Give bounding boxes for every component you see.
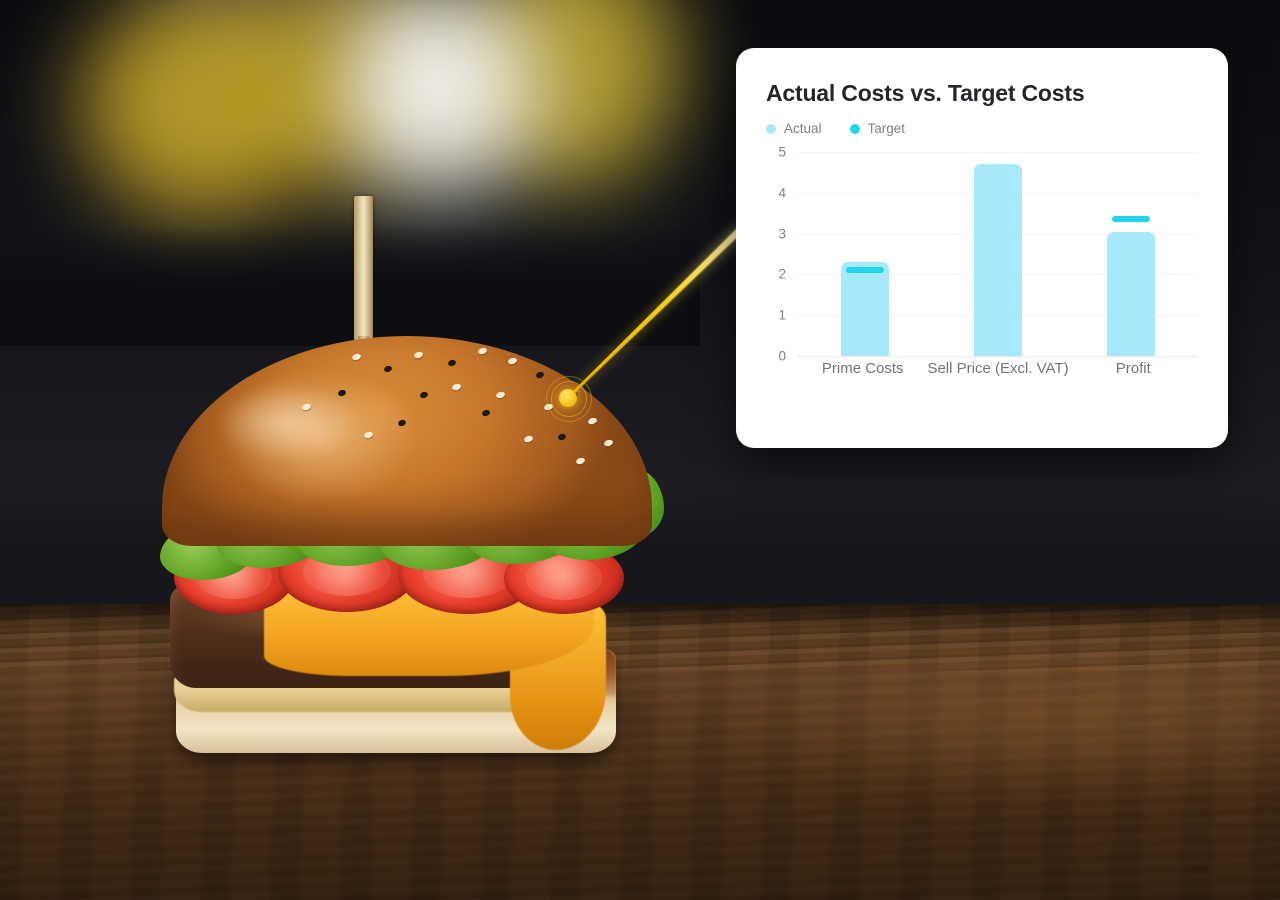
- cheeseburger: [152, 196, 664, 753]
- chart-bars: [798, 152, 1198, 356]
- y-tick-label: 4: [778, 185, 786, 201]
- hotspot-dot: [559, 389, 577, 407]
- wooden-skewer: [354, 196, 373, 346]
- x-axis: Prime Costs Sell Price (Excl. VAT) Profi…: [798, 360, 1198, 377]
- bar-actual-sell-price[interactable]: [973, 164, 1022, 356]
- target-marker-profit: [1112, 216, 1151, 223]
- legend-label-actual: Actual: [784, 121, 822, 136]
- gridline-zero: [798, 356, 1198, 357]
- chart-card: Actual Costs vs. Target Costs Actual Tar…: [736, 48, 1228, 448]
- chart-plot-area: 5 4 3 2 1 0 Prime Costs Sell Price (Excl…: [768, 145, 1198, 412]
- chart-hotspot-marker[interactable]: [544, 374, 592, 422]
- legend-swatch-target: [849, 123, 860, 134]
- chart-card-body: Actual Costs vs. Target Costs Actual Tar…: [736, 48, 1228, 448]
- legend-label-target: Target: [867, 121, 906, 136]
- legend-item-target[interactable]: Target: [849, 121, 906, 136]
- bar-group-sell-price[interactable]: [931, 152, 1064, 356]
- screenshot-stage: Actual Costs vs. Target Costs Actual Tar…: [0, 0, 1280, 900]
- y-tick-label: 1: [778, 307, 786, 323]
- bar-actual-profit[interactable]: [1107, 216, 1156, 356]
- legend-item-actual[interactable]: Actual: [766, 121, 822, 136]
- x-tick-label-prime-costs: Prime Costs: [821, 360, 904, 377]
- x-tick-label-sell-price: Sell Price (Excl. VAT): [927, 360, 1069, 377]
- bar-actual-prime-costs[interactable]: [840, 262, 889, 356]
- bar-group-profit[interactable]: [1065, 152, 1198, 356]
- bokeh-highlight: [370, 20, 490, 140]
- y-tick-label: 2: [778, 266, 786, 282]
- legend-swatch-actual: [766, 123, 776, 134]
- y-tick-label: 5: [778, 144, 786, 160]
- bar-group-prime-costs[interactable]: [798, 152, 931, 356]
- x-tick-label-profit: Profit: [1115, 360, 1151, 377]
- y-tick-label: 0: [778, 348, 786, 364]
- target-marker-prime-costs: [845, 267, 884, 274]
- chart-title: Actual Costs vs. Target Costs: [766, 80, 1085, 106]
- chart-legend: Actual Target: [766, 121, 1198, 136]
- y-tick-label: 3: [778, 226, 786, 242]
- y-axis: 5 4 3 2 1 0: [768, 145, 794, 412]
